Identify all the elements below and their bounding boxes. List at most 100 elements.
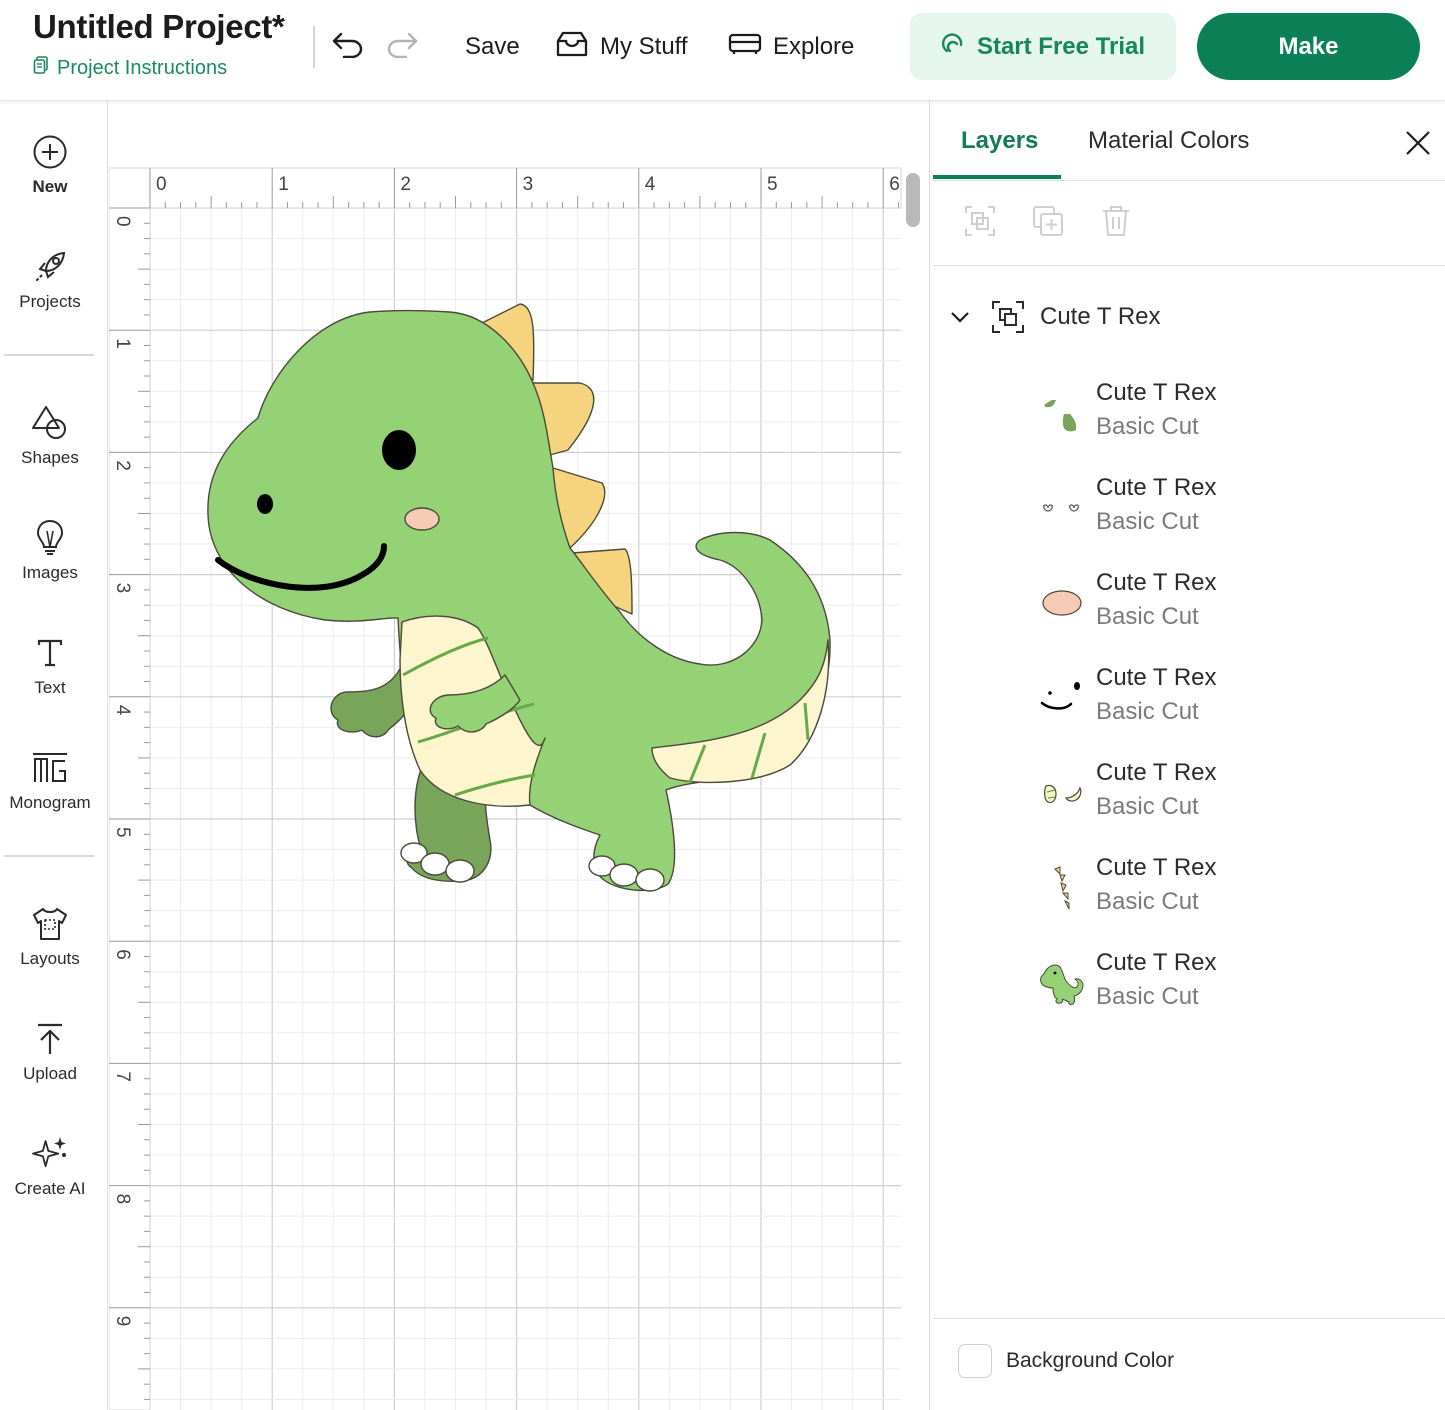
- layer-item[interactable]: Cute T Rex Basic Cut: [1034, 949, 1414, 1019]
- trial-label: Start Free Trial: [976, 32, 1146, 60]
- duplicate-icon: [1032, 205, 1064, 242]
- layer-operation: Basic Cut: [1096, 983, 1199, 1010]
- plus-circle-icon: [30, 133, 70, 171]
- group-icon: [964, 205, 996, 242]
- ruler-label-top: 6: [889, 174, 900, 195]
- ruler-label-left: 8: [112, 1194, 133, 1205]
- layer-item[interactable]: Cute T Rex Basic Cut: [1034, 854, 1414, 924]
- group-icon: [990, 299, 1026, 335]
- machine-icon: [728, 32, 762, 63]
- make-button[interactable]: Make: [1197, 13, 1420, 80]
- ruler-label-left: 4: [112, 705, 133, 716]
- tool-upload[interactable]: Upload: [0, 1020, 100, 1084]
- tool-images-label: Images: [22, 563, 78, 582]
- duplicate-button[interactable]: [1030, 205, 1066, 241]
- layers-panel: Layers Material Colors Cute T Rex Cute T…: [929, 101, 1445, 1410]
- cute-t-rex-image[interactable]: [207, 303, 831, 892]
- project-title[interactable]: Untitled Project*: [33, 8, 285, 46]
- explore-label: Explore: [773, 33, 855, 60]
- ruler-label-top: 3: [523, 174, 534, 195]
- tool-projects[interactable]: Projects: [0, 248, 100, 312]
- ruler-label-left: 3: [112, 583, 133, 594]
- delete-button[interactable]: [1098, 205, 1134, 241]
- upload-icon: [30, 1020, 70, 1058]
- background-color-label: Background Color: [1006, 1349, 1175, 1372]
- layer-name: Cute T Rex: [1096, 379, 1217, 406]
- tool-layouts[interactable]: Layouts: [0, 905, 100, 969]
- ruler-label-top: 1: [278, 174, 289, 195]
- close-panel-button[interactable]: [1402, 129, 1434, 161]
- black-face-thumbnail: [1034, 672, 1090, 724]
- toolbar-divider: [4, 855, 94, 857]
- dino-nostril: [257, 494, 273, 514]
- tool-images[interactable]: Images: [0, 519, 100, 583]
- ruler-label-left: 7: [112, 1071, 133, 1082]
- layer-name: Cute T Rex: [1096, 949, 1217, 976]
- layer-item[interactable]: Cute T Rex Basic Cut: [1034, 474, 1414, 544]
- background-color-row[interactable]: Background Color: [958, 1344, 1174, 1378]
- cream-parts-thumbnail: [1034, 767, 1090, 819]
- layer-operation: Basic Cut: [1096, 603, 1199, 630]
- tool-create-ai-label: Create AI: [14, 1179, 86, 1198]
- undo-button[interactable]: [328, 28, 368, 64]
- canvas-scrollbar[interactable]: [906, 173, 920, 227]
- tool-monogram-label: Monogram: [9, 793, 91, 812]
- header-divider: [313, 26, 315, 68]
- yellow-spikes-thumbnail: [1034, 862, 1090, 914]
- claw-outlines-thumbnail: [1034, 482, 1090, 534]
- tool-new[interactable]: New: [0, 133, 100, 197]
- project-instructions-label: Project Instructions: [57, 56, 228, 79]
- layer-item[interactable]: Cute T Rex Basic Cut: [1034, 379, 1414, 449]
- top-ruler: [109, 167, 902, 209]
- shapes-icon: [30, 404, 70, 442]
- ruler-label-left: 6: [112, 949, 133, 960]
- my-stuff-label: My Stuff: [600, 33, 688, 60]
- redo-button[interactable]: [382, 28, 422, 64]
- layer-item[interactable]: Cute T Rex Basic Cut: [1034, 759, 1414, 829]
- trash-icon: [1101, 205, 1131, 242]
- layer-item[interactable]: Cute T Rex Basic Cut: [1034, 664, 1414, 734]
- explore-button[interactable]: Explore: [728, 28, 854, 66]
- layer-operation: Basic Cut: [1096, 508, 1199, 535]
- save-label: Save: [465, 33, 520, 60]
- my-stuff-button[interactable]: My Stuff: [555, 28, 688, 66]
- background-color-swatch[interactable]: [958, 1344, 992, 1378]
- layer-group[interactable]: Cute T Rex: [948, 299, 1161, 335]
- trial-icon: [941, 31, 965, 62]
- panel-footer-divider: [933, 1318, 1445, 1319]
- dark-green-parts-thumbnail: [1034, 387, 1090, 439]
- tool-projects-label: Projects: [19, 292, 81, 311]
- ruler-label-top: 2: [400, 174, 411, 195]
- tool-create-ai[interactable]: Create AI: [0, 1135, 100, 1199]
- dino-back-arm: [330, 664, 411, 738]
- chevron-down-icon[interactable]: [948, 305, 972, 329]
- ruler-label-left: 9: [112, 1316, 133, 1327]
- tshirt-icon: [30, 905, 70, 943]
- layer-name: Cute T Rex: [1096, 854, 1217, 881]
- document-icon: [33, 56, 49, 80]
- save-button[interactable]: Save: [465, 28, 520, 66]
- tool-upload-label: Upload: [23, 1064, 77, 1083]
- project-instructions-link[interactable]: Project Instructions: [33, 56, 227, 80]
- ruler-label-left: 5: [112, 827, 133, 838]
- pink-cheek-thumbnail: [1034, 577, 1090, 629]
- ruler-label-top: 4: [645, 174, 656, 195]
- design-canvas[interactable]: 0 1 2 3 4 5 6 0 1 2 3 4 5 6 7 8 9: [109, 102, 928, 1410]
- start-free-trial-button[interactable]: Start Free Trial: [910, 13, 1176, 80]
- green-body-thumbnail: [1034, 957, 1090, 1009]
- tab-layers[interactable]: Layers: [961, 127, 1038, 155]
- tool-monogram[interactable]: Monogram: [0, 749, 100, 813]
- tool-layouts-label: Layouts: [20, 949, 80, 968]
- tool-text[interactable]: Text: [0, 634, 100, 698]
- tool-shapes[interactable]: Shapes: [0, 404, 100, 468]
- text-icon: [30, 634, 70, 672]
- undo-icon: [331, 30, 365, 63]
- tab-material-colors[interactable]: Material Colors: [1088, 127, 1249, 155]
- lightbulb-icon: [30, 519, 70, 557]
- sparkle-icon: [30, 1135, 70, 1173]
- layer-item[interactable]: Cute T Rex Basic Cut: [1034, 569, 1414, 639]
- monogram-icon: [30, 749, 70, 787]
- ruler-label-left: 1: [112, 338, 133, 349]
- inbox-tray-icon: [555, 30, 589, 65]
- group-button[interactable]: [962, 205, 998, 241]
